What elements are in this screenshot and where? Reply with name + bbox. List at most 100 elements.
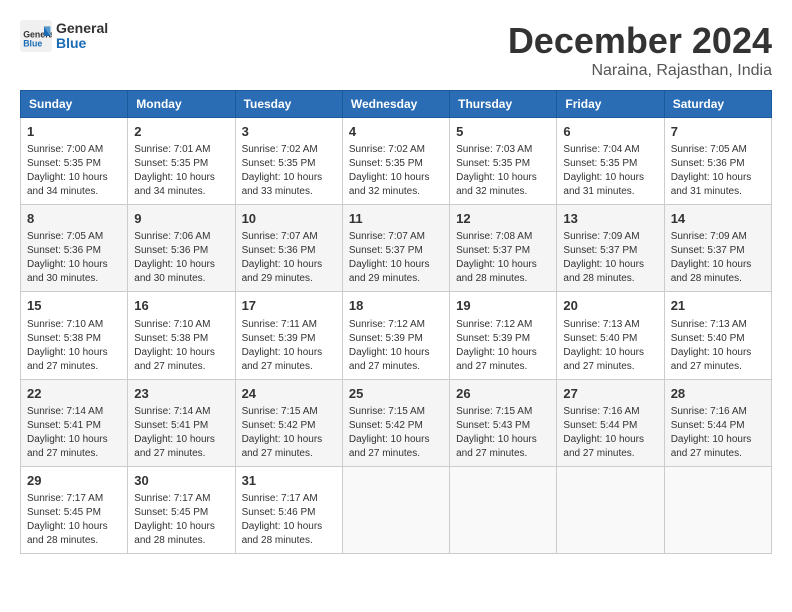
calendar-day-cell: 20Sunrise: 7:13 AM Sunset: 5:40 PM Dayli… bbox=[557, 292, 664, 379]
calendar-day-cell: 23 Sunrise: 7:14 AM Sunset: 5:41 PM Dayli… bbox=[128, 379, 235, 466]
day-number: 10 bbox=[242, 210, 336, 228]
calendar-empty-cell bbox=[557, 466, 664, 553]
day-number: 1 bbox=[27, 123, 121, 141]
day-info: Sunrise: 7:09 AM Sunset: 5:37 PM Dayligh… bbox=[563, 230, 657, 286]
day-of-week-header: Sunday bbox=[21, 91, 128, 118]
logo: General Blue General Blue bbox=[20, 20, 108, 52]
calendar-empty-cell bbox=[664, 466, 771, 553]
calendar-empty-cell bbox=[450, 466, 557, 553]
calendar-day-cell: 13 Sunrise: 7:09 AM Sunset: 5:37 PM Dayli… bbox=[557, 205, 664, 292]
calendar-row: 8 Sunrise: 7:05 AM Sunset: 5:36 PM Daylig… bbox=[21, 205, 772, 292]
day-info: Sunrise: 7:13 AM Sunset: 5:40 PM Dayligh… bbox=[671, 318, 765, 374]
day-number: 6 bbox=[563, 123, 657, 141]
calendar-day-cell: 17 Sunrise: 7:11 AM Sunset: 5:39 PM Dayli… bbox=[235, 292, 342, 379]
calendar-day-cell: 10 Sunrise: 7:07 AM Sunset: 5:36 PM Dayli… bbox=[235, 205, 342, 292]
day-info: Sunrise: 7:02 AM Sunset: 5:35 PM Dayligh… bbox=[349, 143, 443, 199]
day-number: 26 bbox=[456, 385, 550, 403]
logo-blue: Blue bbox=[56, 36, 108, 51]
calendar-day-cell: 6 Sunrise: 7:04 AM Sunset: 5:35 PM Daylig… bbox=[557, 118, 664, 205]
day-info: Sunrise: 7:05 AM Sunset: 5:36 PM Dayligh… bbox=[671, 143, 765, 199]
day-of-week-header: Saturday bbox=[664, 91, 771, 118]
day-info: Sunrise: 7:00 AM Sunset: 5:35 PM Dayligh… bbox=[27, 143, 121, 199]
page-header: General Blue General Blue December 2024 … bbox=[20, 20, 772, 80]
calendar-empty-cell bbox=[342, 466, 449, 553]
calendar-day-cell: 19 Sunrise: 7:12 AM Sunset: 5:39 PM Dayli… bbox=[450, 292, 557, 379]
month-title: December 2024 bbox=[508, 20, 772, 62]
day-info: Sunrise: 7:12 AM Sunset: 5:39 PM Dayligh… bbox=[349, 318, 443, 374]
day-info: Sunrise: 7:15 AM Sunset: 5:42 PM Dayligh… bbox=[242, 405, 336, 461]
day-info: Sunrise: 7:09 AM Sunset: 5:37 PM Dayligh… bbox=[671, 230, 765, 286]
day-number: 18 bbox=[349, 297, 443, 315]
day-info: Sunrise: 7:15 AM Sunset: 5:42 PM Dayligh… bbox=[349, 405, 443, 461]
day-of-week-header: Monday bbox=[128, 91, 235, 118]
calendar-header-row: SundayMondayTuesdayWednesdayThursdayFrid… bbox=[21, 91, 772, 118]
logo-general: General bbox=[56, 21, 108, 36]
day-info: Sunrise: 7:16 AM Sunset: 5:44 PM Dayligh… bbox=[671, 405, 765, 461]
calendar-day-cell: 7Sunrise: 7:05 AM Sunset: 5:36 PM Daylig… bbox=[664, 118, 771, 205]
day-info: Sunrise: 7:17 AM Sunset: 5:45 PM Dayligh… bbox=[27, 492, 121, 548]
calendar-row: 15Sunrise: 7:10 AM Sunset: 5:38 PM Dayli… bbox=[21, 292, 772, 379]
day-of-week-header: Wednesday bbox=[342, 91, 449, 118]
calendar-day-cell: 21 Sunrise: 7:13 AM Sunset: 5:40 PM Dayli… bbox=[664, 292, 771, 379]
day-info: Sunrise: 7:01 AM Sunset: 5:35 PM Dayligh… bbox=[134, 143, 228, 199]
day-info: Sunrise: 7:17 AM Sunset: 5:46 PM Dayligh… bbox=[242, 492, 336, 548]
day-info: Sunrise: 7:04 AM Sunset: 5:35 PM Dayligh… bbox=[563, 143, 657, 199]
day-number: 4 bbox=[349, 123, 443, 141]
day-of-week-header: Tuesday bbox=[235, 91, 342, 118]
calendar-day-cell: 1 Sunrise: 7:00 AM Sunset: 5:35 PM Daylig… bbox=[21, 118, 128, 205]
calendar-day-cell: 24 Sunrise: 7:15 AM Sunset: 5:42 PM Dayli… bbox=[235, 379, 342, 466]
day-info: Sunrise: 7:07 AM Sunset: 5:37 PM Dayligh… bbox=[349, 230, 443, 286]
day-number: 2 bbox=[134, 123, 228, 141]
calendar-day-cell: 26 Sunrise: 7:15 AM Sunset: 5:43 PM Dayli… bbox=[450, 379, 557, 466]
location-subtitle: Naraina, Rajasthan, India bbox=[508, 62, 772, 80]
calendar-day-cell: 5 Sunrise: 7:03 AM Sunset: 5:35 PM Daylig… bbox=[450, 118, 557, 205]
calendar-day-cell: 15Sunrise: 7:10 AM Sunset: 5:38 PM Dayli… bbox=[21, 292, 128, 379]
day-number: 13 bbox=[563, 210, 657, 228]
day-number: 25 bbox=[349, 385, 443, 403]
calendar-row: 1 Sunrise: 7:00 AM Sunset: 5:35 PM Daylig… bbox=[21, 118, 772, 205]
calendar-day-cell: 12Sunrise: 7:08 AM Sunset: 5:37 PM Dayli… bbox=[450, 205, 557, 292]
calendar-row: 22Sunrise: 7:14 AM Sunset: 5:41 PM Dayli… bbox=[21, 379, 772, 466]
day-info: Sunrise: 7:05 AM Sunset: 5:36 PM Dayligh… bbox=[27, 230, 121, 286]
day-number: 30 bbox=[134, 472, 228, 490]
calendar-day-cell: 25 Sunrise: 7:15 AM Sunset: 5:42 PM Dayli… bbox=[342, 379, 449, 466]
day-number: 23 bbox=[134, 385, 228, 403]
day-info: Sunrise: 7:16 AM Sunset: 5:44 PM Dayligh… bbox=[563, 405, 657, 461]
calendar-day-cell: 29 Sunrise: 7:17 AM Sunset: 5:45 PM Dayli… bbox=[21, 466, 128, 553]
day-info: Sunrise: 7:07 AM Sunset: 5:36 PM Dayligh… bbox=[242, 230, 336, 286]
day-info: Sunrise: 7:17 AM Sunset: 5:45 PM Dayligh… bbox=[134, 492, 228, 548]
calendar-day-cell: 2 Sunrise: 7:01 AM Sunset: 5:35 PM Daylig… bbox=[128, 118, 235, 205]
calendar-day-cell: 9Sunrise: 7:06 AM Sunset: 5:36 PM Daylig… bbox=[128, 205, 235, 292]
calendar-day-cell: 3 Sunrise: 7:02 AM Sunset: 5:35 PM Daylig… bbox=[235, 118, 342, 205]
logo-icon: General Blue bbox=[20, 20, 52, 52]
day-info: Sunrise: 7:14 AM Sunset: 5:41 PM Dayligh… bbox=[134, 405, 228, 461]
day-info: Sunrise: 7:14 AM Sunset: 5:41 PM Dayligh… bbox=[27, 405, 121, 461]
calendar-day-cell: 18 Sunrise: 7:12 AM Sunset: 5:39 PM Dayli… bbox=[342, 292, 449, 379]
day-info: Sunrise: 7:12 AM Sunset: 5:39 PM Dayligh… bbox=[456, 318, 550, 374]
calendar-day-cell: 11 Sunrise: 7:07 AM Sunset: 5:37 PM Dayli… bbox=[342, 205, 449, 292]
day-number: 21 bbox=[671, 297, 765, 315]
calendar-day-cell: 8 Sunrise: 7:05 AM Sunset: 5:36 PM Daylig… bbox=[21, 205, 128, 292]
day-info: Sunrise: 7:03 AM Sunset: 5:35 PM Dayligh… bbox=[456, 143, 550, 199]
day-number: 8 bbox=[27, 210, 121, 228]
day-number: 29 bbox=[27, 472, 121, 490]
day-info: Sunrise: 7:10 AM Sunset: 5:38 PM Dayligh… bbox=[134, 318, 228, 374]
day-number: 3 bbox=[242, 123, 336, 141]
day-number: 28 bbox=[671, 385, 765, 403]
day-number: 9 bbox=[134, 210, 228, 228]
day-number: 14 bbox=[671, 210, 765, 228]
day-info: Sunrise: 7:10 AM Sunset: 5:38 PM Dayligh… bbox=[27, 318, 121, 374]
day-number: 24 bbox=[242, 385, 336, 403]
day-info: Sunrise: 7:13 AM Sunset: 5:40 PM Dayligh… bbox=[563, 318, 657, 374]
title-area: December 2024 Naraina, Rajasthan, India bbox=[508, 20, 772, 80]
calendar-day-cell: 30 Sunrise: 7:17 AM Sunset: 5:45 PM Dayli… bbox=[128, 466, 235, 553]
day-number: 11 bbox=[349, 210, 443, 228]
day-number: 5 bbox=[456, 123, 550, 141]
day-number: 19 bbox=[456, 297, 550, 315]
day-number: 17 bbox=[242, 297, 336, 315]
calendar-table: SundayMondayTuesdayWednesdayThursdayFrid… bbox=[20, 90, 772, 554]
day-info: Sunrise: 7:15 AM Sunset: 5:43 PM Dayligh… bbox=[456, 405, 550, 461]
day-info: Sunrise: 7:11 AM Sunset: 5:39 PM Dayligh… bbox=[242, 318, 336, 374]
day-info: Sunrise: 7:02 AM Sunset: 5:35 PM Dayligh… bbox=[242, 143, 336, 199]
day-number: 31 bbox=[242, 472, 336, 490]
